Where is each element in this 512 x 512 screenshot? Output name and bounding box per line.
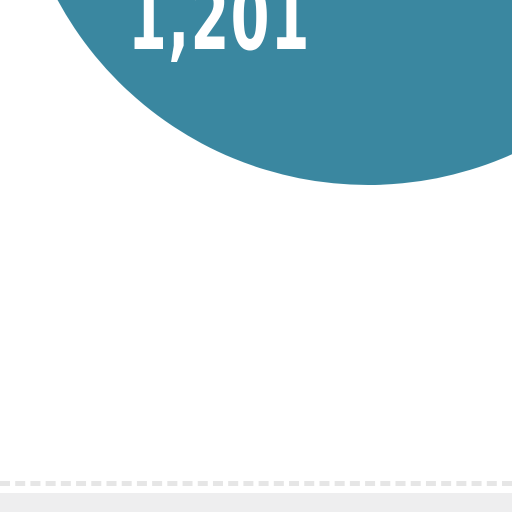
stat-panel: 1,201 <box>0 0 512 512</box>
footer-bar <box>0 493 512 512</box>
stat-value: 1,201 <box>128 0 311 71</box>
dashed-divider <box>0 481 512 486</box>
